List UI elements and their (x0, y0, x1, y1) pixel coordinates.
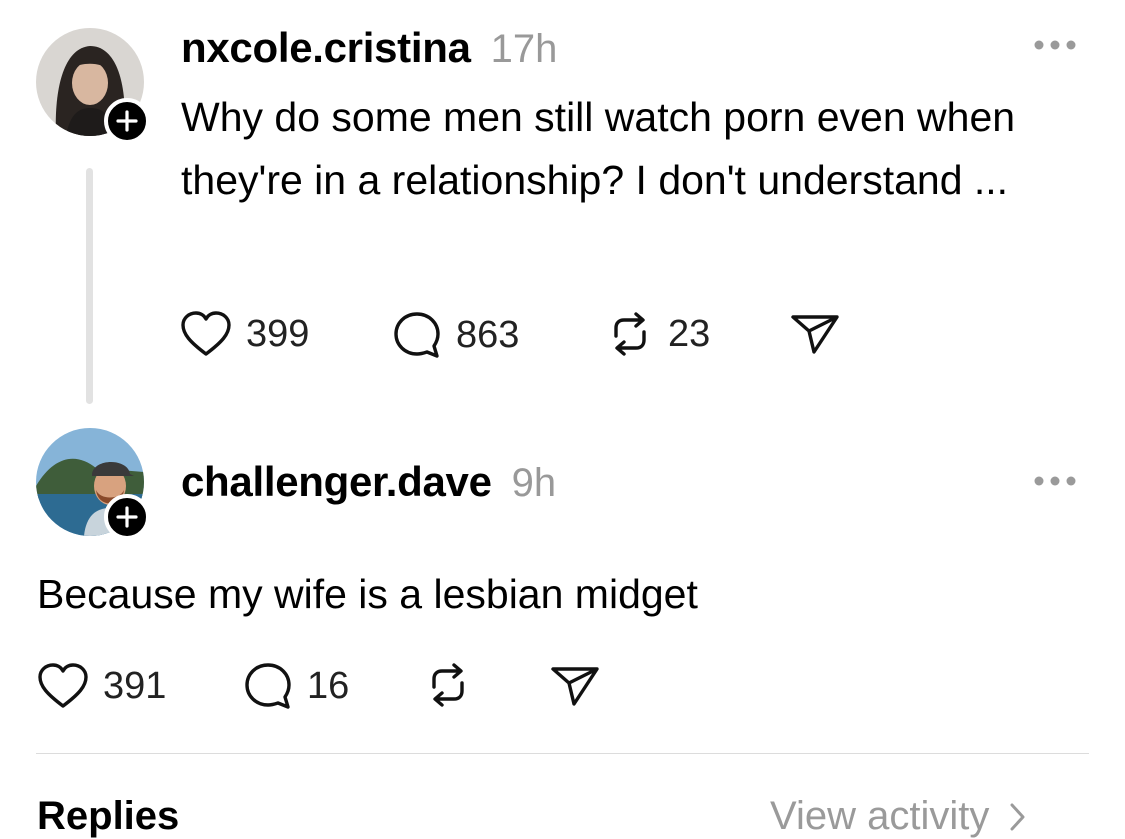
post-more-icon[interactable] (1032, 38, 1078, 57)
thread-connector-line (86, 168, 93, 404)
reply-more-icon[interactable] (1032, 474, 1078, 493)
comment-bubble-icon (394, 312, 440, 358)
send-icon (551, 667, 599, 706)
view-activity-link[interactable]: View activity (770, 794, 1029, 839)
post-share-button[interactable] (790, 312, 840, 356)
post-username[interactable]: nxcole.cristina (181, 24, 471, 72)
follow-plus-icon[interactable] (104, 98, 150, 144)
chevron-right-icon (1010, 803, 1025, 830)
send-icon (791, 315, 839, 354)
post-header: nxcole.cristina 17h (181, 24, 557, 76)
section-divider (36, 753, 1089, 754)
post-body-text: Why do some men still watch porn even wh… (181, 94, 1016, 203)
reply-repost-button[interactable] (424, 661, 472, 709)
post-like-count: 399 (246, 312, 310, 355)
post-repost-button[interactable]: 23 (606, 310, 710, 358)
post-repost-count: 23 (668, 312, 711, 355)
post-comment-count: 863 (456, 313, 520, 356)
reply-share-button[interactable] (550, 664, 600, 708)
follow-plus-icon[interactable] (104, 494, 150, 540)
post-timestamp: 17h (490, 27, 558, 71)
reply-like-count: 391 (103, 664, 167, 707)
comment-bubble-icon (245, 663, 291, 709)
reply-body-text: Because my wife is a lesbian midget (37, 571, 698, 617)
heart-icon (38, 663, 88, 708)
reply-comment-count: 16 (307, 664, 350, 707)
post-like-button[interactable]: 399 (180, 310, 309, 358)
heart-icon (181, 311, 231, 356)
repost-icon (432, 663, 464, 707)
reply-comment-button[interactable]: 16 (243, 661, 349, 711)
replies-heading: Replies (37, 794, 180, 838)
view-activity-label: View activity (770, 794, 990, 838)
reply-header: challenger.dave 9h (181, 458, 556, 510)
reply-username[interactable]: challenger.dave (181, 458, 492, 506)
reply-like-button[interactable]: 391 (37, 662, 166, 710)
repost-icon (614, 312, 646, 356)
reply-timestamp: 9h (511, 461, 557, 505)
post-comment-button[interactable]: 863 (392, 310, 519, 360)
